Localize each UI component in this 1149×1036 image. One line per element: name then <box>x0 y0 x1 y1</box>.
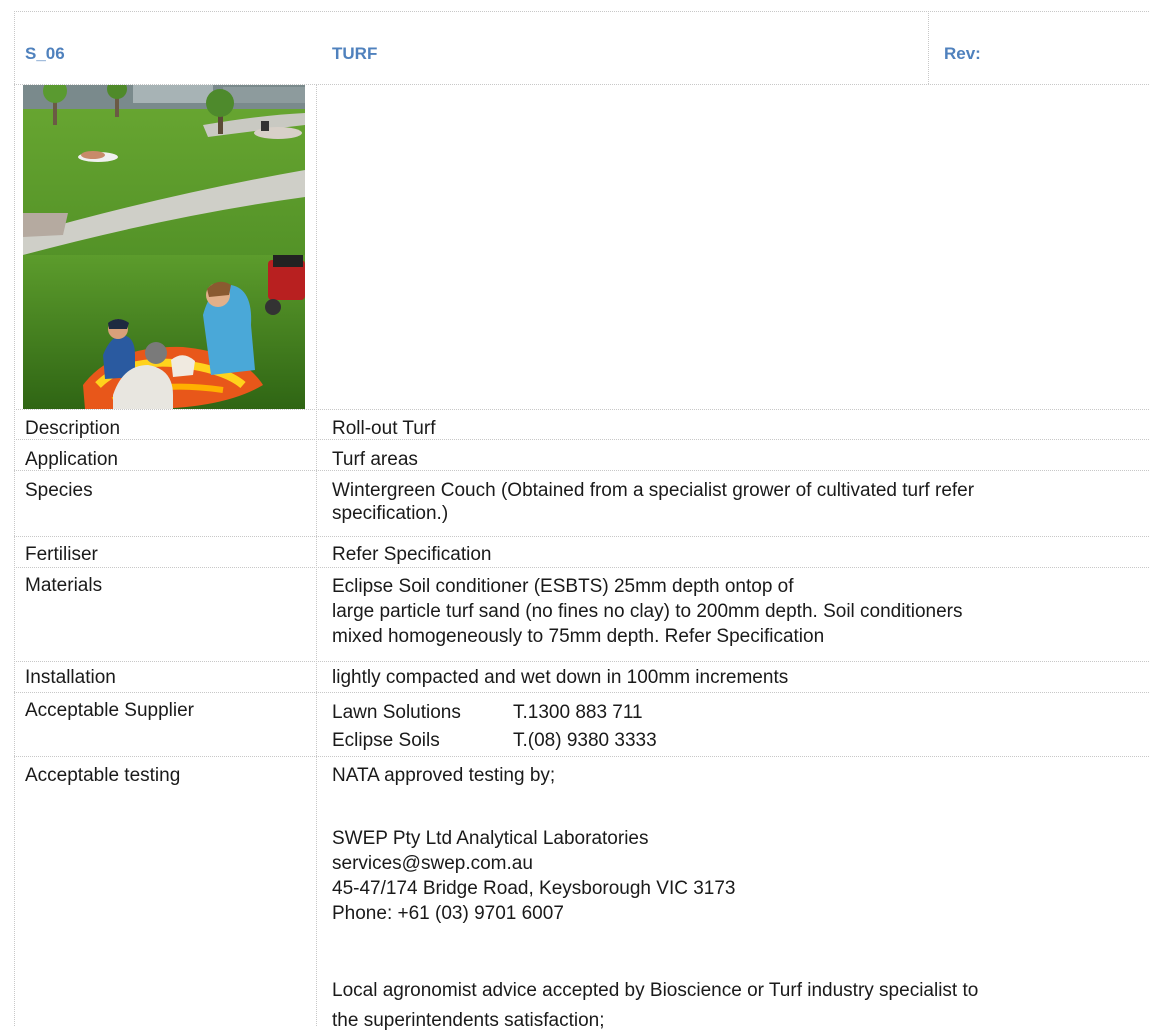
turf-photo <box>23 85 305 409</box>
materials-label: Materials <box>25 575 103 596</box>
row-divider <box>14 756 1149 757</box>
spec-sheet: S_06 TURF Rev: Description Roll-out Turf… <box>0 0 1149 1031</box>
materials-line: mixed homogeneously to 75mm depth. Refer… <box>332 626 825 647</box>
supplier-label: Acceptable Supplier <box>25 700 194 721</box>
table-border-top <box>14 11 1149 12</box>
supplier-value: Lawn Solutions T.1300 883 711 Eclipse Soi… <box>332 699 657 755</box>
sheet-code: S_06 <box>25 44 65 63</box>
description-label: Description <box>25 418 121 439</box>
fertiliser-label: Fertiliser <box>25 544 98 565</box>
description-value: Roll-out Turf <box>332 418 436 439</box>
row-divider <box>14 439 1149 440</box>
sheet-title: TURF <box>332 44 378 63</box>
table-border-left <box>14 11 15 1026</box>
materials-value: Eclipse Soil conditioner (ESBTS) 25mm de… <box>332 574 963 649</box>
species-line: specification.) <box>332 503 449 524</box>
row-divider <box>14 661 1149 662</box>
testing-label: Acceptable testing <box>25 765 181 786</box>
species-line: Wintergreen Couch (Obtained from a speci… <box>332 480 975 501</box>
materials-line: Eclipse Soil conditioner (ESBTS) 25mm de… <box>332 576 794 597</box>
row-divider <box>14 567 1149 568</box>
revision-label: Rev: <box>944 44 981 63</box>
testing-note-line: the superintendents satisfaction; <box>332 1010 605 1031</box>
supplier-name: Lawn Solutions <box>332 702 461 723</box>
application-value: Turf areas <box>332 449 418 470</box>
supplier-entry: Lawn Solutions T.1300 883 711 <box>332 699 657 727</box>
testing-note: Local agronomist advice accepted by Bios… <box>332 976 978 1036</box>
column-divider <box>316 84 317 1026</box>
supplier-name: Eclipse Soils <box>332 730 440 751</box>
row-divider <box>14 692 1149 693</box>
species-value: Wintergreen Couch (Obtained from a speci… <box>332 479 974 525</box>
species-label: Species <box>25 480 93 501</box>
row-divider <box>14 536 1149 537</box>
lab-name: SWEP Pty Ltd Analytical Laboratories <box>332 828 649 849</box>
application-label: Application <box>25 449 118 470</box>
installation-label: Installation <box>25 667 116 688</box>
materials-line: large particle turf sand (no fines no cl… <box>332 601 963 622</box>
fertiliser-value: Refer Specification <box>332 544 492 565</box>
testing-lab-details: SWEP Pty Ltd Analytical Laboratories ser… <box>332 826 736 926</box>
testing-note-line: Local agronomist advice accepted by Bios… <box>332 980 979 1001</box>
supplier-phone: T.(08) 9380 3333 <box>513 730 657 751</box>
installation-value: lightly compacted and wet down in 100mm … <box>332 667 789 688</box>
testing-intro: NATA approved testing by; <box>332 765 556 786</box>
lab-phone: Phone: +61 (03) 9701 6007 <box>332 903 564 924</box>
lab-address: 45-47/174 Bridge Road, Keysborough VIC 3… <box>332 878 736 899</box>
lab-email: services@swep.com.au <box>332 853 533 874</box>
header-rev-divider <box>928 11 929 84</box>
supplier-phone: T.1300 883 711 <box>513 702 643 723</box>
row-divider <box>14 470 1149 471</box>
supplier-entry: Eclipse Soils T.(08) 9380 3333 <box>332 727 657 755</box>
row-divider <box>14 409 1149 410</box>
